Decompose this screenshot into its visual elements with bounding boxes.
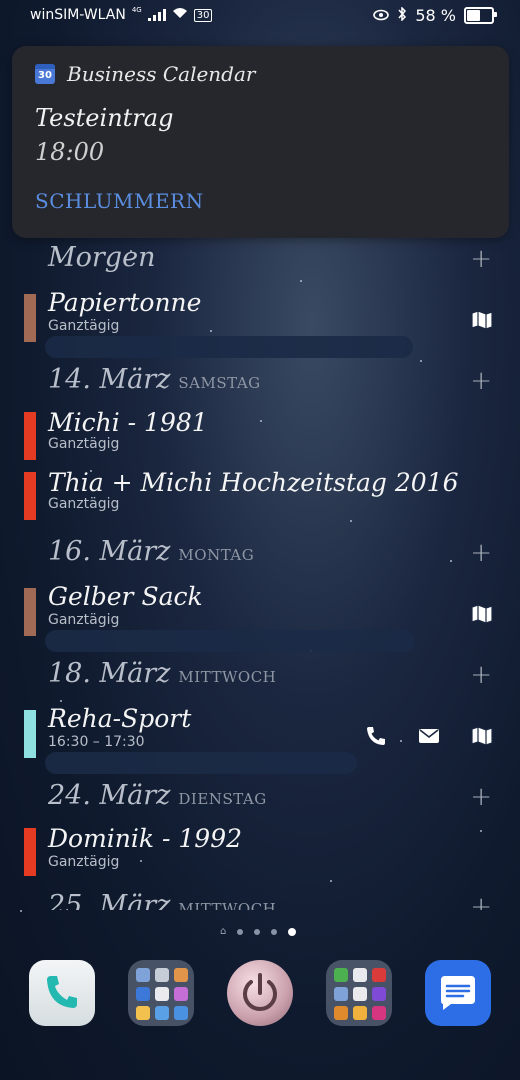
notification-title: Testeintrag — [35, 104, 174, 132]
day-header: Morgen — [48, 242, 155, 273]
event-color-bar — [24, 828, 36, 876]
day-label: Morgen — [48, 242, 156, 273]
event-title: Thia + Michi Hochzeitstag 2016 — [48, 468, 459, 497]
add-event-button[interactable]: + — [470, 892, 492, 910]
day-label: 14. März — [48, 364, 171, 395]
day-label: 16. März — [48, 536, 171, 567]
day-label: 24. März — [48, 780, 171, 811]
app-dock — [0, 960, 520, 1030]
event-subtitle: Ganztägig — [48, 318, 120, 334]
status-bar: winSIM-WLAN 4G 30 58 % — [0, 0, 520, 34]
eye-comfort-icon — [373, 6, 390, 25]
day-weekday: SAMSTAG — [178, 374, 261, 392]
day-header: 14. März SAMSTAG — [48, 364, 261, 395]
add-event-button[interactable]: + — [470, 244, 492, 274]
day-header: 24. März DIENSTAG — [48, 780, 267, 811]
event-subtitle: Ganztägig — [48, 854, 120, 870]
day-weekday: MONTAG — [178, 546, 255, 564]
event-title: Gelber Sack — [48, 582, 203, 611]
page-indicator: ⌂ — [220, 926, 297, 937]
battery-icon — [464, 7, 497, 24]
event-location — [45, 752, 357, 774]
calendar-badge-icon: 30 — [193, 8, 213, 22]
notification-app-name: Business Calendar — [67, 62, 256, 86]
day-label: 18. März — [48, 658, 171, 689]
notification-time: 18:00 — [35, 138, 105, 166]
calendar-app-icon: 30 — [35, 64, 55, 84]
carrier-label: winSIM-WLAN — [30, 7, 126, 23]
snooze-button[interactable]: SCHLUMMERN — [35, 189, 204, 213]
power-app-icon[interactable] — [227, 960, 293, 1026]
event-color-bar — [24, 472, 36, 520]
add-event-button[interactable]: + — [470, 366, 492, 396]
event-subtitle: Ganztägig — [48, 496, 120, 512]
add-event-button[interactable]: + — [470, 538, 492, 568]
app-folder-2[interactable] — [326, 960, 392, 1026]
day-header: 25. März MITTWOCH — [48, 890, 276, 910]
app-folder-1[interactable] — [128, 960, 194, 1026]
page-dot-active[interactable] — [288, 927, 297, 936]
agenda-widget[interactable]: Morgen + Papiertonne Ganztägig 14. März S… — [0, 238, 520, 910]
mail-icon[interactable] — [417, 724, 441, 748]
event-subtitle: Ganztägig — [48, 436, 120, 452]
bluetooth-icon — [397, 6, 407, 25]
network-type: 4G — [131, 6, 142, 14]
event-color-bar — [24, 412, 36, 460]
event-title: Reha-Sport — [48, 704, 192, 733]
phone-icon[interactable] — [364, 724, 388, 748]
map-icon[interactable] — [470, 724, 494, 748]
event-subtitle: Ganztägig — [48, 612, 120, 628]
event-color-bar — [24, 710, 36, 758]
signal-icon — [147, 9, 166, 21]
day-label: 25. März — [48, 890, 171, 910]
event-title: Michi - 1981 — [48, 408, 208, 437]
map-icon[interactable] — [470, 602, 494, 626]
event-color-bar — [24, 294, 36, 342]
page-dot[interactable] — [237, 928, 244, 935]
event-subtitle: 16:30 – 17:30 — [48, 734, 145, 750]
home-page-icon: ⌂ — [220, 926, 227, 937]
day-weekday: MITTWOCH — [178, 668, 277, 686]
day-header: 18. März MITTWOCH — [48, 658, 276, 689]
battery-percent: 58 % — [415, 6, 456, 25]
day-weekday: MITTWOCH — [178, 900, 277, 910]
event-location — [45, 630, 415, 652]
event-color-bar — [24, 588, 36, 636]
wifi-icon — [172, 7, 188, 23]
day-weekday: DIENSTAG — [178, 790, 267, 808]
page-dot[interactable] — [254, 928, 261, 935]
calendar-notification[interactable]: 30 Business Calendar Testeintrag 18:00 S… — [12, 46, 509, 238]
add-event-button[interactable]: + — [470, 660, 492, 690]
event-location — [45, 336, 413, 358]
messages-app-icon[interactable] — [425, 960, 491, 1026]
event-title: Papiertonne — [48, 288, 202, 317]
map-icon[interactable] — [470, 308, 494, 332]
event-title: Dominik - 1992 — [48, 824, 243, 853]
page-dot[interactable] — [271, 928, 278, 935]
phone-app-icon[interactable] — [29, 960, 95, 1026]
day-header: 16. März MONTAG — [48, 536, 254, 567]
add-event-button[interactable]: + — [470, 782, 492, 812]
